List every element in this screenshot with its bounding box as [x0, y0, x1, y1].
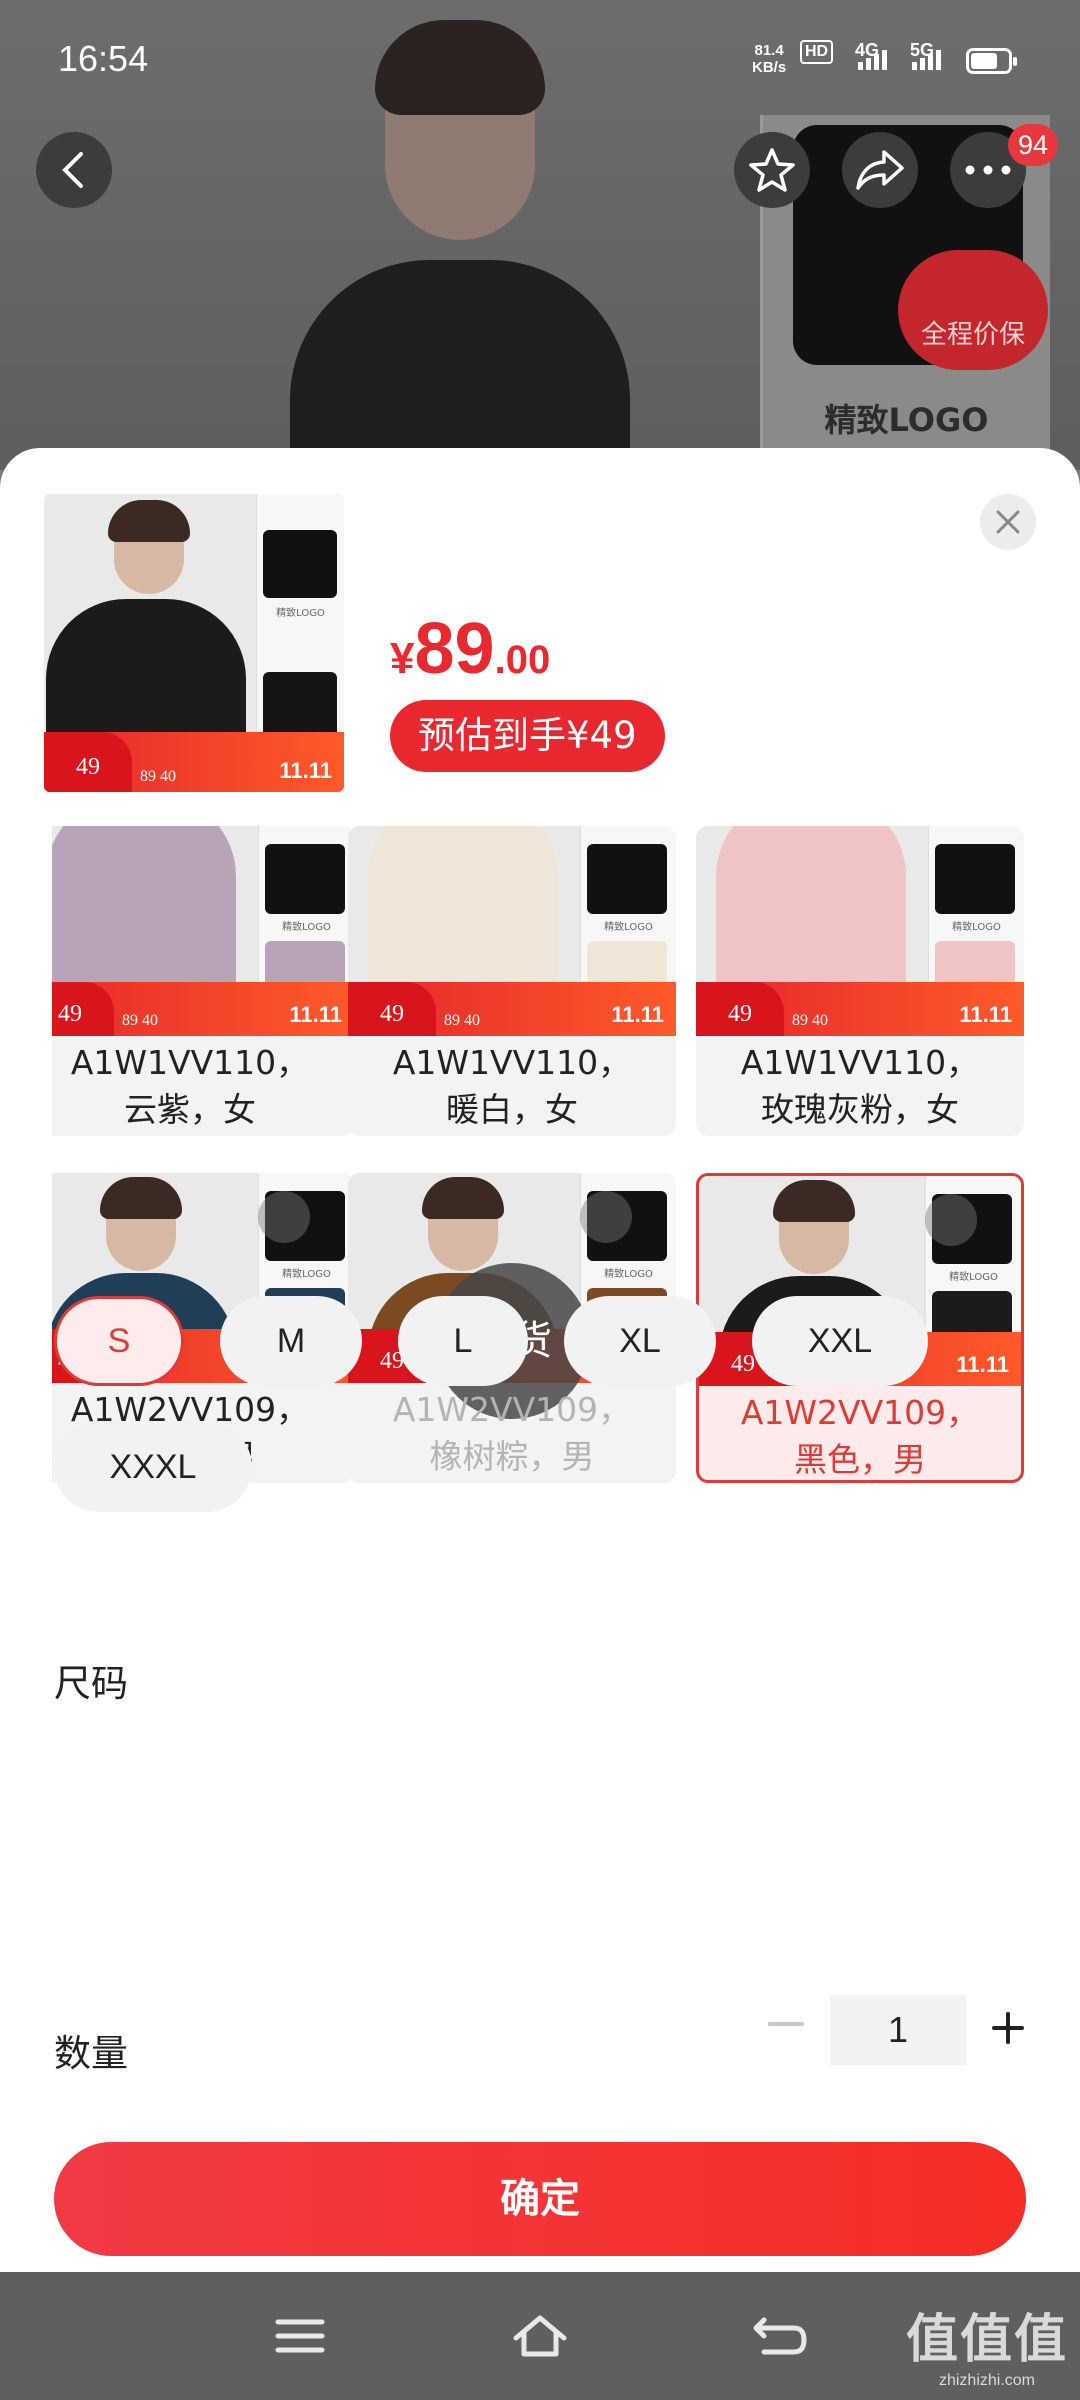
size-option-l[interactable]: L: [398, 1296, 528, 1386]
variant-card[interactable]: 精致LOGO 49 89 40 11.11 A1W1VV110， 玫瑰灰粉，女: [696, 826, 1024, 1136]
more-icon: [965, 165, 1011, 175]
size-section-title: 尺码: [54, 1662, 128, 1705]
variant-label: A1W2VV109， 黑色，男: [740, 1393, 980, 1479]
variant-image: 精致LOGO4989 4011.11: [348, 826, 676, 1036]
estimated-price-badge: 预估到手¥49: [390, 700, 665, 772]
variant-label: A1W2VV109， 橡树粽，男: [392, 1390, 632, 1476]
network-speed: 81.4 KB/s: [752, 42, 787, 76]
expand-icon[interactable]: [580, 1191, 632, 1243]
hd-icon: HD: [800, 40, 834, 64]
favorite-button[interactable]: [734, 132, 810, 208]
signal-bars-icon: [858, 50, 887, 70]
size-option-xxxl[interactable]: XXXL: [54, 1422, 252, 1512]
home-icon[interactable]: [510, 2310, 570, 2362]
quantity-input[interactable]: 1: [830, 1995, 966, 2065]
size-option-xl[interactable]: XL: [564, 1296, 716, 1386]
confirm-button[interactable]: 确定: [54, 2142, 1026, 2256]
status-time: 16:54: [58, 38, 149, 79]
size-option-m[interactable]: M: [220, 1296, 362, 1386]
variant-label: A1W1VV110， 云紫，女: [70, 1043, 310, 1129]
status-bar: 16:54 81.4 KB/s HD 4G 5G: [0, 0, 1080, 120]
expand-icon[interactable]: [925, 1194, 977, 1246]
size-option-s[interactable]: S: [54, 1296, 184, 1386]
close-icon: [996, 510, 1020, 534]
share-button[interactable]: [842, 132, 918, 208]
return-icon[interactable]: [750, 2310, 810, 2362]
variant-card[interactable]: 精致LOGO 49 89 40 11.11 A1W1VV110， 云紫，女: [52, 826, 354, 1136]
back-icon: [62, 152, 83, 188]
variant-card[interactable]: 精致LOGO 49 89 40 11.11 A1W1VV110， 暖白，女: [348, 826, 676, 1136]
increase-quantity-button[interactable]: [990, 2010, 1026, 2046]
menu-icon[interactable]: [270, 2310, 330, 2362]
share-icon: [856, 150, 904, 190]
expand-icon[interactable]: [258, 1191, 310, 1243]
variant-label: A1W1VV110， 暖白，女: [392, 1043, 632, 1129]
selected-product-image[interactable]: 精致LOGO 49 89 40 11.11: [44, 494, 344, 792]
signal-bars-icon: [912, 50, 941, 70]
variant-label: A1W1VV110， 玫瑰灰粉，女: [740, 1043, 980, 1129]
close-button[interactable]: [980, 494, 1036, 550]
variant-image: 精致LOGO4989 4011.11: [52, 826, 354, 1036]
price-protect-badge: 全程价保: [898, 250, 1048, 370]
thumbnail-caption: 精致LOGO: [824, 401, 989, 439]
price: ¥89.00: [390, 609, 551, 689]
battery-icon: [966, 48, 1017, 74]
watermark: 值值值 zhizhizhi.com: [905, 2311, 1068, 2389]
variant-image: 精致LOGO4989 4011.11: [696, 826, 1024, 1036]
quantity-section-title: 数量: [54, 2032, 128, 2075]
system-navigation-bar: 值值值 zhizhizhi.com: [0, 2272, 1080, 2400]
notification-badge: 94: [1008, 124, 1058, 166]
size-option-xxl[interactable]: XXL: [752, 1296, 928, 1386]
favorite-icon: [749, 148, 795, 192]
decrease-quantity-button[interactable]: [768, 2022, 804, 2026]
back-button[interactable]: [36, 132, 112, 208]
